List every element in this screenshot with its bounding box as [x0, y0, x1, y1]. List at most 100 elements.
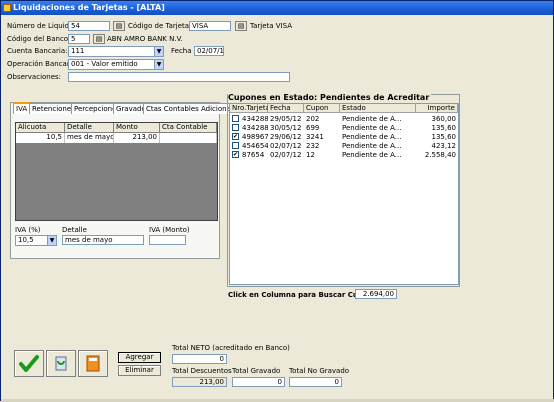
tarjeta-name: Tarjeta VISA [250, 22, 293, 30]
cell-monto[interactable]: 213,00 [114, 133, 160, 143]
confirm-button[interactable] [14, 350, 44, 377]
iva-pct-select[interactable]: 10,5 ▼ [15, 235, 57, 246]
descuentos-label: Total Descuentos [172, 367, 232, 375]
search-banco-icon[interactable]: ▤ [93, 34, 105, 44]
cell-importe: 2.558,40 [424, 151, 456, 159]
cuenta-select[interactable]: 111 ▼ [68, 46, 164, 57]
title-bar: Liquidaciones de Tarjetas - [ALTA] [1, 1, 553, 15]
row-checkbox[interactable] [232, 124, 239, 131]
codigo-banco-input[interactable]: 5 [68, 34, 90, 44]
row-checkbox[interactable] [232, 142, 239, 149]
cell-fecha: 29/06/12 [270, 133, 302, 141]
iva-pct-value: 10,5 [18, 236, 34, 244]
codigo-tarjeta-input[interactable]: VISA [189, 21, 231, 31]
cell-fecha: 30/05/12 [270, 124, 302, 132]
operacion-value: 001 - Valor emitido [71, 60, 138, 68]
search-tarjeta-icon[interactable]: ▤ [235, 21, 247, 31]
cell-tarjeta: 434288... [242, 124, 268, 132]
tab-iva[interactable]: IVA [13, 102, 31, 114]
cell-fecha: 29/05/12 [270, 115, 302, 123]
cell-cupon: 3241 [306, 133, 324, 141]
cell-estado: Pendiente de A... [342, 115, 402, 123]
iva-monto-input[interactable] [149, 235, 186, 245]
cell-estado: Pendiente de A... [342, 124, 402, 132]
cell-fecha: 02/07/12 [270, 151, 302, 159]
eliminar-button[interactable]: Eliminar [118, 365, 161, 376]
banco-name: ABN AMRO BANK N.V. [107, 35, 183, 43]
observaciones-label: Observaciones: [7, 73, 62, 81]
cell-importe: 423,12 [431, 142, 457, 150]
detalle-input[interactable]: mes de mayo [62, 235, 144, 245]
col-fecha[interactable]: Fecha [268, 104, 304, 113]
observaciones-input[interactable] [68, 72, 290, 82]
col-estado[interactable]: Estado [340, 104, 416, 113]
cell-tarjeta: 434288... [242, 115, 268, 123]
col-detalle[interactable]: Detalle [65, 123, 114, 133]
no-gravado-label: Total No Gravado [289, 367, 350, 375]
cell-alicuota[interactable]: 10,5 [16, 133, 65, 143]
col-cupon[interactable]: Cupon [304, 104, 340, 113]
cuenta-label: Cuenta Bancaria: [7, 47, 68, 55]
numero-input[interactable]: 54 [68, 21, 110, 31]
fecha-input[interactable]: 02/07/12 [194, 46, 224, 56]
table-row[interactable]: ✔ 498967 29/06/12 3241 Pendiente de A...… [230, 133, 458, 141]
cell-tarjeta: 454654... [242, 142, 268, 150]
cell-estado: Pendiente de A... [342, 133, 402, 141]
col-monto[interactable]: Monto [114, 123, 160, 133]
cell-importe: 135,60 [431, 124, 457, 132]
check-icon [19, 355, 39, 372]
exit-door-icon [86, 355, 100, 372]
table-row[interactable]: ✔ 87654 02/07/12 12 Pendiente de A... 2.… [230, 151, 458, 159]
cell-cupon: 12 [306, 151, 315, 159]
chevron-down-icon[interactable]: ▼ [154, 60, 163, 69]
window-title: Liquidaciones de Tarjetas - [ALTA] [13, 3, 165, 12]
cell-tarjeta: 87654 [242, 151, 265, 159]
chevron-down-icon[interactable]: ▼ [47, 236, 56, 245]
col-cta-contable[interactable]: Cta Contable [160, 123, 217, 133]
iva-monto-label: IVA (Monto) [149, 226, 190, 234]
cell-cupon: 232 [306, 142, 320, 150]
cell-importe: 360,00 [431, 115, 457, 123]
codigo-banco-label: Código del Banco: [7, 35, 71, 43]
col-nro-tarjeta[interactable]: Nro.Tarjeta [230, 104, 270, 113]
cuenta-value: 111 [71, 47, 85, 55]
chevron-down-icon[interactable]: ▼ [154, 47, 163, 56]
cell-estado: Pendiente de A... [342, 151, 402, 159]
table-row[interactable]: 454654... 02/07/12 232 Pendiente de A...… [230, 142, 458, 150]
recycle-button[interactable] [46, 350, 76, 377]
descuentos-input: 213,00 [172, 377, 227, 387]
col-alicuota[interactable]: Alicuota [16, 123, 65, 133]
cupones-grid[interactable]: Nro.Tarjeta Fecha Cupon Estado Importe 4… [229, 103, 459, 285]
cell-importe: 135,60 [431, 133, 457, 141]
cell-fecha: 02/07/12 [270, 142, 302, 150]
iva-grid[interactable]: Alicuota Detalle Monto Cta Contable 10,5… [15, 122, 218, 221]
cell-tarjeta: 498967 [242, 133, 268, 141]
cupones-total-input: 2.694,00 [355, 289, 397, 299]
app-icon [3, 4, 11, 12]
cupones-title: Cupones en Estado: Pendientes de Acredit… [228, 93, 432, 103]
fecha-label: Fecha [171, 47, 192, 55]
recycle-bin-icon [55, 356, 67, 371]
no-gravado-input: 0 [289, 377, 342, 387]
row-checkbox-checked[interactable]: ✔ [232, 133, 239, 140]
table-row[interactable]: 434288... 30/05/12 699 Pendiente de A...… [230, 124, 458, 132]
window: Liquidaciones de Tarjetas - [ALTA] Númer… [0, 0, 554, 402]
operacion-select[interactable]: 001 - Valor emitido ▼ [68, 59, 164, 70]
exit-button[interactable] [78, 350, 108, 377]
row-checkbox-checked[interactable]: ✔ [232, 151, 239, 158]
cell-cupon: 202 [306, 115, 320, 123]
detalle-label: Detalle [62, 226, 87, 234]
cell-cupon: 699 [306, 124, 320, 132]
cell-estado: Pendiente de A... [342, 142, 402, 150]
gravado-label: Total Gravado [232, 367, 281, 375]
search-numero-icon[interactable]: ▤ [113, 21, 125, 31]
table-row[interactable]: 434288... 29/05/12 202 Pendiente de A...… [230, 115, 458, 123]
gravado-input: 0 [232, 377, 285, 387]
col-importe[interactable]: Importe [416, 104, 458, 113]
codigo-tarjeta-label: Código de Tarjeta [128, 22, 190, 30]
row-checkbox[interactable] [232, 115, 239, 122]
cell-cta[interactable] [160, 133, 217, 143]
cell-detalle[interactable]: mes de mayo [65, 133, 114, 143]
agregar-button[interactable]: Agregar [118, 352, 161, 363]
neto-input: 0 [172, 354, 227, 364]
